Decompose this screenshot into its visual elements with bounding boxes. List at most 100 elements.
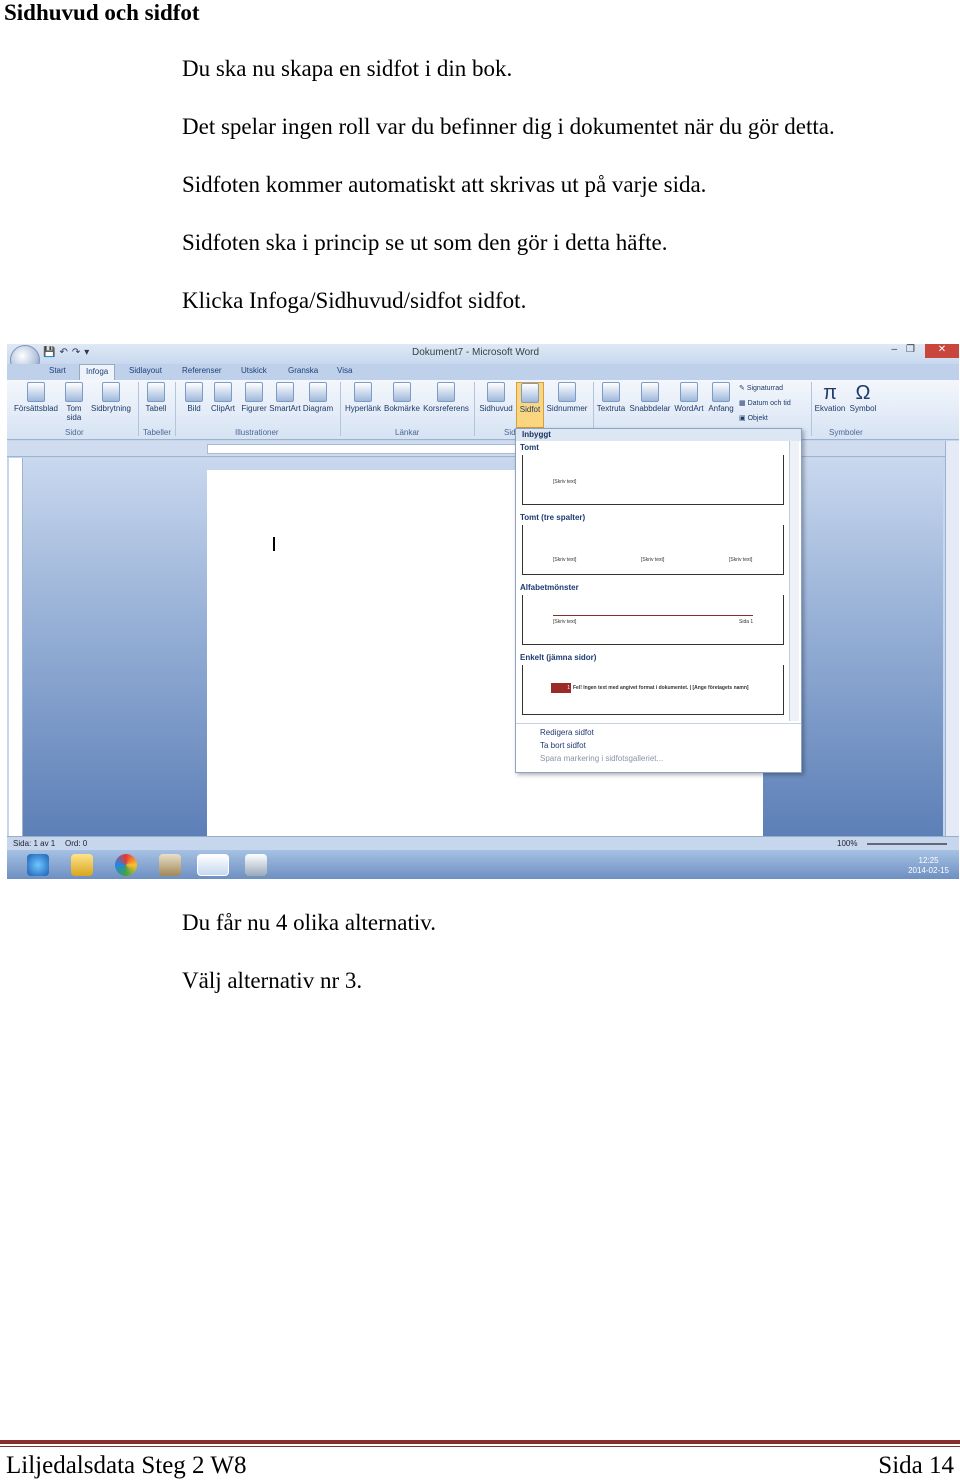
header-icon (487, 382, 505, 402)
quick-parts-icon (641, 382, 659, 402)
tab-referenser[interactable]: Referenser (182, 366, 222, 375)
title-bar: Dokument7 - Microsoft Word – ❐ ✕ (7, 344, 959, 364)
zoom-level: 100% (837, 839, 858, 848)
gallery-scrollbar[interactable] (789, 441, 799, 721)
hyperlink-icon (354, 382, 372, 402)
paragraph: Du får nu 4 olika alternativ. (182, 910, 436, 935)
paragraph: Det spelar ingen roll var du befinner di… (182, 114, 835, 139)
smartart-button[interactable]: SmartArt (269, 382, 301, 413)
footer-rule (0, 1440, 960, 1444)
picture-icon (185, 382, 203, 402)
datum-och-tid-button[interactable]: ▦ Datum och tid (739, 399, 791, 407)
ekvation-button[interactable]: π Ekvation (813, 382, 847, 413)
footer-option-tomt[interactable]: [Skriv text] (522, 455, 784, 505)
footer-icon (521, 383, 539, 403)
zoom-slider[interactable] (867, 843, 947, 845)
folder-icon[interactable] (71, 854, 93, 876)
clipart-button[interactable]: ClipArt (209, 382, 237, 413)
tab-utskick[interactable]: Utskick (241, 366, 267, 375)
tab-infoga[interactable]: Infoga (79, 364, 116, 380)
table-icon (147, 382, 165, 402)
word-count: Ord: 0 (65, 839, 88, 848)
vertical-scrollbar[interactable] (945, 441, 959, 836)
paragraph: Du ska nu skapa en sidfot i din bok. (182, 56, 513, 81)
ie-icon[interactable] (27, 854, 49, 876)
close-icon[interactable]: ✕ (925, 344, 959, 358)
group-separator (811, 382, 812, 436)
gallery-section-title: Tomt (520, 443, 539, 452)
vertical-ruler[interactable] (9, 458, 23, 838)
chrome-icon[interactable] (115, 854, 137, 876)
tab-sidlayout[interactable]: Sidlayout (129, 366, 162, 375)
gallery-section-title: Enkelt (jämna sidor) (520, 653, 597, 662)
page-number-block: 1 (551, 683, 571, 693)
restore-icon[interactable]: ❐ (906, 344, 915, 355)
menu-item-ta-bort[interactable]: Ta bort sidfot (516, 739, 801, 752)
objekt-button[interactable]: ▣ Objekt (739, 414, 768, 422)
wordart-icon (680, 382, 698, 402)
ribbon: Försättsblad Tom sida Sidbrytning Tabell… (7, 380, 959, 440)
app-icon[interactable] (159, 854, 181, 876)
paragraph: Välj alternativ nr 3. (182, 968, 363, 993)
placeholder-text: [Skriv text] (553, 557, 577, 563)
group-label: Illustrationer (235, 428, 279, 437)
bookmark-icon (393, 382, 411, 402)
placeholder-text: [Skriv text] (553, 479, 577, 485)
quick-access-toolbar[interactable]: 💾↶↷▾ (43, 347, 93, 358)
snabbdelar-button[interactable]: Snabbdelar (629, 382, 671, 413)
page-count: Sida: 1 av 1 (13, 839, 56, 848)
footer-option-tre-spalter[interactable]: [Skriv text] [Skriv text] [Skriv text] (522, 525, 784, 575)
shapes-icon (245, 382, 263, 402)
paragraph: Sidfoten kommer automatiskt att skrivas … (182, 172, 707, 197)
taskbar: 12:25 2014-02-15 (7, 850, 959, 879)
tabell-button[interactable]: Tabell (143, 382, 169, 413)
placeholder-text: [Skriv text] (553, 619, 577, 625)
figurer-button[interactable]: Figurer (239, 382, 269, 413)
page-number: 1 (567, 685, 570, 691)
minimize-icon[interactable]: – (891, 344, 897, 355)
window-icon[interactable] (245, 854, 267, 876)
diagram-button[interactable]: Diagram (302, 382, 334, 413)
ribbon-tabs: Start Infoga Sidlayout Referenser Utskic… (7, 364, 959, 380)
korsreferens-button[interactable]: Korsreferens (422, 382, 470, 413)
footer-page-number: Sida 14 (878, 1452, 954, 1479)
textbox-icon (602, 382, 620, 402)
group-separator (340, 382, 341, 436)
bild-button[interactable]: Bild (183, 382, 205, 413)
page-number-icon (558, 382, 576, 402)
bokmarke-button[interactable]: Bokmärke (383, 382, 421, 413)
forsattsblad-button[interactable]: Försättsblad (11, 382, 61, 413)
chart-icon (309, 382, 327, 402)
group-label: Symboler (829, 428, 863, 437)
page-label: Sida 1 (739, 619, 754, 625)
anfang-button[interactable]: Anfang (706, 382, 736, 413)
smartart-icon (276, 382, 294, 402)
wordart-button[interactable]: WordArt (673, 382, 705, 413)
group-label: Tabeller (143, 428, 172, 437)
cover-page-icon (27, 382, 45, 402)
symbol-button[interactable]: Ω Symbol (848, 382, 878, 413)
blank-page-icon (65, 382, 83, 402)
text-cursor (273, 537, 275, 551)
tab-visa[interactable]: Visa (337, 366, 352, 375)
gallery-menu: Redigera sidfot Ta bort sidfot Spara mar… (516, 723, 801, 767)
clipart-icon (214, 382, 232, 402)
cross-reference-icon (437, 382, 455, 402)
word-taskbar-icon[interactable] (197, 854, 229, 876)
object-icon: ▣ (739, 415, 748, 422)
sidhuvud-button[interactable]: Sidhuvud (477, 382, 515, 413)
horizontal-ruler[interactable] (7, 441, 959, 457)
divider-line (553, 615, 753, 616)
tom-sida-button[interactable]: Tom sida (63, 382, 85, 422)
tab-granska[interactable]: Granska (288, 366, 318, 375)
textruta-button[interactable]: Textruta (595, 382, 627, 413)
sidfot-button[interactable]: Sidfot (516, 382, 544, 428)
menu-item-redigera[interactable]: Redigera sidfot (516, 726, 801, 739)
sidbrytning-button[interactable]: Sidbrytning (89, 382, 133, 413)
hyperlank-button[interactable]: Hyperlänk (344, 382, 382, 413)
footer-option-enkelt[interactable]: 1 Fel! Ingen text med angivet format i d… (522, 665, 784, 715)
tab-start[interactable]: Start (49, 366, 66, 375)
signaturrad-button[interactable]: ✎ Signaturrad (739, 384, 783, 392)
footer-option-alfabetmonster[interactable]: [Skriv text] Sida 1 (522, 595, 784, 645)
sidnummer-button[interactable]: Sidnummer (545, 382, 589, 413)
